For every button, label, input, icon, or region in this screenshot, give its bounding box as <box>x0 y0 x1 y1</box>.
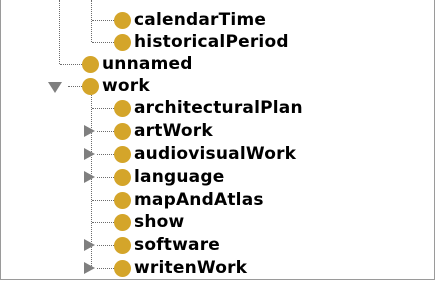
class-node-icon <box>82 55 99 73</box>
expand-toggle-icon[interactable] <box>84 171 95 183</box>
tree-node-calendar-time[interactable]: calendarTime <box>114 9 266 31</box>
class-node-icon <box>114 213 131 231</box>
expand-toggle-icon[interactable] <box>84 262 95 274</box>
tree-node-label: calendarTime <box>134 10 267 30</box>
tree-connector-line <box>91 0 92 42</box>
tree-node-art-work[interactable]: artWork <box>114 120 213 142</box>
class-node-icon <box>114 236 131 254</box>
class-node-icon <box>114 99 131 117</box>
tree-node-label: work <box>102 76 150 96</box>
tree-node-architectural-plan[interactable]: architecturalPlan <box>114 97 303 119</box>
class-node-icon <box>114 122 131 140</box>
tree-connector-line <box>68 86 82 87</box>
tree-node-unnamed[interactable]: unnamed <box>82 53 193 75</box>
tree-connector-line <box>97 177 114 178</box>
tree-node-label: historicalPeriod <box>134 32 289 52</box>
tree-node-historical-period[interactable]: historicalPeriod <box>114 31 289 53</box>
tree-connector-line <box>97 268 114 269</box>
class-node-icon <box>114 259 131 277</box>
class-node-icon <box>114 191 131 209</box>
expand-toggle-icon[interactable] <box>84 239 95 251</box>
tree-connector-line <box>97 245 114 246</box>
tree-connector-line <box>97 154 114 155</box>
tree-connector-line <box>92 200 114 201</box>
class-node-icon <box>114 33 131 51</box>
tree-node-writen-work[interactable]: writenWork <box>114 257 247 279</box>
tree-connector-line <box>60 64 82 65</box>
tree-connector-line <box>92 42 114 43</box>
class-node-icon <box>114 145 131 163</box>
tree-node-label: artWork <box>134 121 213 141</box>
tree-node-label: unnamed <box>102 54 193 74</box>
class-node-icon <box>114 168 131 186</box>
tree-connector-line <box>97 131 114 132</box>
tree-connector-line <box>92 222 114 223</box>
tree-view: calendarTime historicalPeriod unnamed wo… <box>0 0 435 280</box>
expand-toggle-icon[interactable] <box>84 148 95 160</box>
tree-connector-line <box>92 20 114 21</box>
tree-node-label: mapAndAtlas <box>134 190 264 210</box>
collapse-toggle-icon[interactable] <box>48 82 62 93</box>
tree-node-label: software <box>134 235 221 255</box>
tree-node-language[interactable]: language <box>114 166 224 188</box>
tree-node-label: writenWork <box>134 258 248 278</box>
tree-node-label: architecturalPlan <box>134 98 303 118</box>
tree-node-show[interactable]: show <box>114 211 184 233</box>
tree-node-label: language <box>134 167 225 187</box>
class-node-icon <box>114 11 131 29</box>
tree-connector-line <box>92 108 114 109</box>
expand-toggle-icon[interactable] <box>84 125 95 137</box>
tree-node-label: audiovisualWork <box>134 144 297 164</box>
tree-node-software[interactable]: software <box>114 234 220 256</box>
tree-node-work[interactable]: work <box>82 75 150 97</box>
class-node-icon <box>82 77 99 95</box>
tree-node-audiovisual-work[interactable]: audiovisualWork <box>114 143 296 165</box>
tree-connector-line <box>59 0 60 64</box>
tree-node-label: show <box>134 212 185 232</box>
tree-node-map-and-atlas[interactable]: mapAndAtlas <box>114 189 264 211</box>
